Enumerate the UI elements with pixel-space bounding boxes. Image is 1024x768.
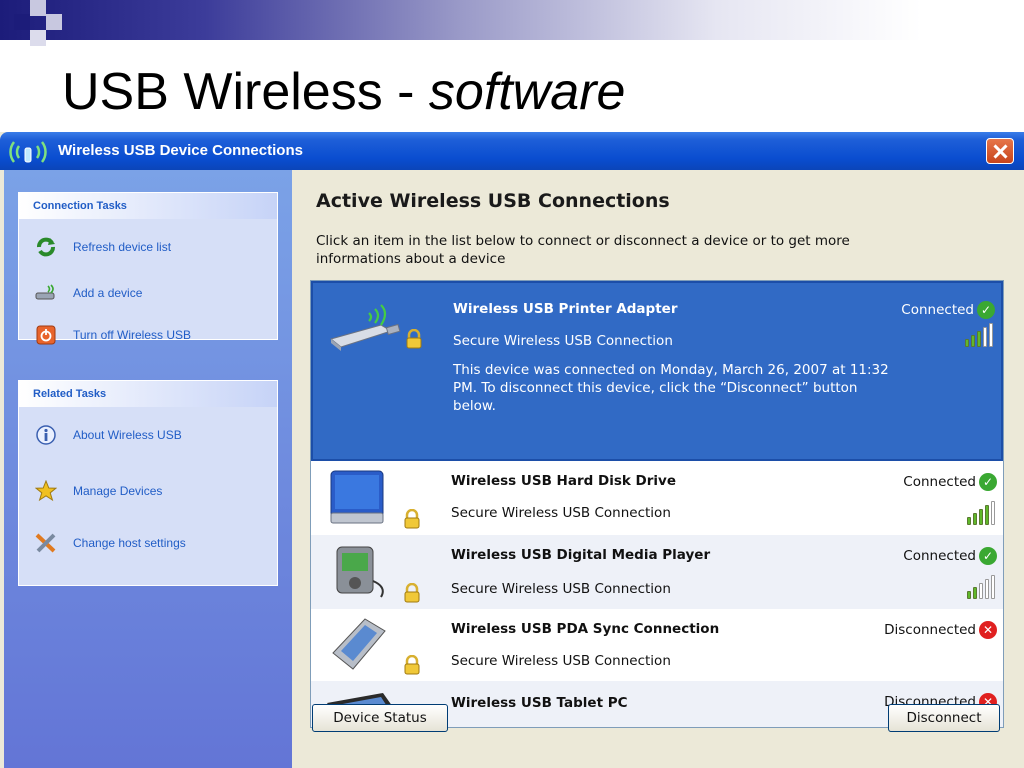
status-text: Connected	[903, 548, 976, 564]
window-title: Wireless USB Device Connections	[58, 142, 303, 159]
main-content: Active Wireless USB Connections Click an…	[292, 170, 1024, 768]
connection-tasks-panel: Connection Tasks Refresh device list Add…	[18, 192, 278, 345]
disconnected-x-icon: ✕	[979, 621, 997, 639]
refresh-device-list-link[interactable]: Refresh device list	[33, 233, 171, 261]
device-status: Connected ✓	[903, 547, 997, 565]
refresh-icon	[33, 236, 59, 258]
signal-strength-icon	[967, 501, 995, 525]
device-row-hard-disk[interactable]: Wireless USB Hard Disk Drive Secure Wire…	[311, 461, 1003, 535]
deco-square	[14, 14, 30, 30]
power-icon	[33, 324, 59, 346]
device-status-button[interactable]: Device Status	[312, 704, 448, 732]
close-button[interactable]	[986, 138, 1014, 164]
device-connection-details: This device was connected on Monday, Mar…	[453, 362, 889, 414]
connected-check-icon: ✓	[979, 473, 997, 491]
signal-strength-icon	[967, 575, 995, 599]
device-name: Wireless USB Printer Adapter	[453, 301, 678, 317]
info-icon	[33, 424, 59, 446]
device-status: Disconnected ✕	[884, 621, 997, 639]
device-name: Wireless USB Hard Disk Drive	[451, 473, 676, 489]
device-name: Wireless USB Tablet PC	[451, 695, 628, 711]
page-description: Click an item in the list below to conne…	[316, 233, 850, 267]
device-name: Wireless USB PDA Sync Connection	[451, 621, 720, 637]
add-device-link[interactable]: Add a device	[33, 279, 142, 307]
wireless-usb-window: Wireless USB Device Connections Connecti…	[0, 132, 1024, 768]
star-icon	[33, 480, 59, 502]
device-connection-type: Secure Wireless USB Connection	[451, 505, 671, 521]
slide-title: USB Wireless - software	[62, 63, 626, 121]
task-pane: Connection Tasks Refresh device list Add…	[4, 170, 292, 768]
lock-icon	[405, 328, 423, 353]
device-row-printer-adapter[interactable]: Wireless USB Printer Adapter Secure Wire…	[311, 281, 1003, 461]
device-status: Connected ✓	[901, 301, 995, 319]
wireless-antenna-icon	[6, 136, 50, 170]
device-list[interactable]: Wireless USB Printer Adapter Secure Wire…	[310, 280, 1004, 728]
turn-off-wireless-usb-link[interactable]: Turn off Wireless USB	[33, 321, 191, 349]
related-tasks-header[interactable]: Related Tasks	[19, 381, 277, 407]
status-text: Disconnected	[884, 622, 976, 638]
connected-check-icon: ✓	[977, 301, 995, 319]
pda-icon	[323, 613, 393, 681]
status-text: Connected	[903, 474, 976, 490]
lock-icon	[403, 654, 421, 679]
connection-tasks-header[interactable]: Connection Tasks	[19, 193, 277, 219]
add-device-icon	[33, 282, 59, 304]
about-wireless-usb-link[interactable]: About Wireless USB	[33, 421, 182, 449]
signal-strength-icon	[965, 323, 993, 347]
device-connection-type: Secure Wireless USB Connection	[451, 653, 671, 669]
status-text: Connected	[901, 302, 974, 318]
hard-disk-icon	[323, 467, 393, 533]
connected-check-icon: ✓	[979, 547, 997, 565]
tools-icon	[33, 532, 59, 554]
lock-icon	[403, 582, 421, 607]
page-title: Active Wireless USB Connections	[316, 190, 670, 212]
device-connection-type: Secure Wireless USB Connection	[453, 333, 673, 349]
deco-square	[30, 30, 46, 46]
deco-square	[30, 0, 46, 16]
device-status: Connected ✓	[903, 473, 997, 491]
related-tasks-panel: Related Tasks About Wireless USB Manage …	[18, 380, 278, 586]
deco-square	[46, 14, 62, 30]
change-host-settings-link[interactable]: Change host settings	[33, 529, 186, 557]
disconnect-button[interactable]: Disconnect	[888, 704, 1000, 732]
lock-icon	[403, 508, 421, 533]
slide-header-band	[0, 0, 1024, 40]
manage-devices-link[interactable]: Manage Devices	[33, 477, 162, 505]
device-row-pda-sync[interactable]: Wireless USB PDA Sync Connection Secure …	[311, 609, 1003, 681]
device-row-media-player[interactable]: Wireless USB Digital Media Player Secure…	[311, 535, 1003, 609]
device-name: Wireless USB Digital Media Player	[451, 547, 711, 563]
device-connection-type: Secure Wireless USB Connection	[451, 581, 671, 597]
window-titlebar[interactable]: Wireless USB Device Connections	[0, 132, 1024, 170]
media-player-icon	[323, 541, 393, 607]
